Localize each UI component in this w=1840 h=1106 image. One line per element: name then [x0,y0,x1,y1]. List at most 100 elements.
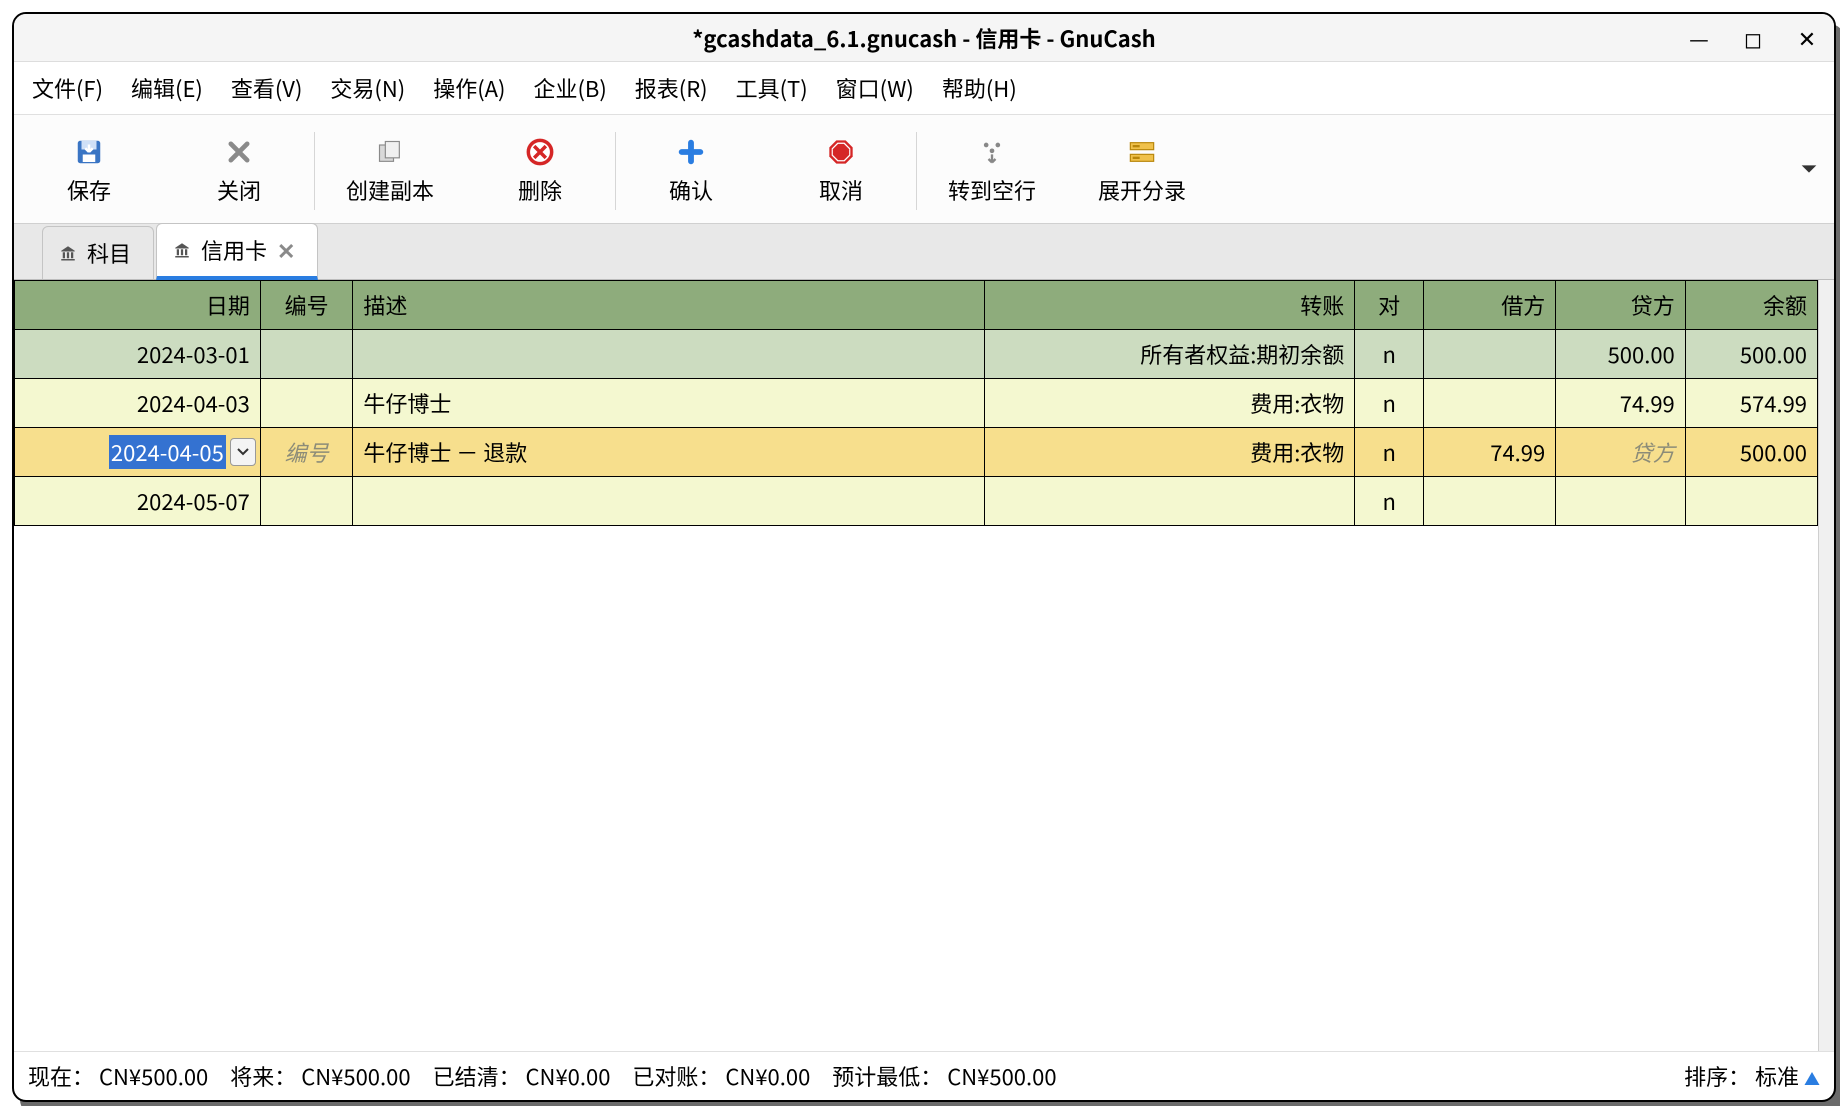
status-future: CN¥500.00 [301,1060,410,1092]
duplicate-label: 创建副本 [346,174,434,206]
tab-accounts[interactable]: 科目 [42,226,154,279]
column-num[interactable]: 编号 [260,281,353,330]
menu-reports[interactable]: 报表(R) [635,72,708,104]
bank-icon [173,234,191,266]
toolbar: 保存 关闭 创建副本 删除 确认 [14,115,1834,224]
menu-view[interactable]: 查看(V) [231,72,303,104]
cell-deb[interactable]: 74.99 [1424,428,1556,477]
cell-bal: 500.00 [1685,330,1817,379]
cell-num[interactable]: 编号 [260,428,353,477]
cell-cred[interactable]: 500.00 [1556,330,1686,379]
menu-business[interactable]: 企业(B) [533,72,606,104]
column-balance[interactable]: 余额 [1685,281,1817,330]
statusbar: 现在： CN¥500.00 将来： CN¥500.00 已结清： CN¥0.00… [14,1051,1834,1100]
status-reconciled: CN¥0.00 [725,1060,810,1092]
tabbar: 科目 信用卡 ✕ [14,224,1834,280]
menu-transaction[interactable]: 交易(N) [330,72,405,104]
cell-deb[interactable] [1424,379,1556,428]
status-projmin-label: 预计最低： [832,1060,942,1092]
cell-deb[interactable] [1424,330,1556,379]
delete-icon [524,136,556,168]
column-debit[interactable]: 借方 [1424,281,1556,330]
table-row-active[interactable]: 2024-04-05 编号 牛仔博士 － 退款 费用:衣物 n 74.99 贷方… [15,428,1818,477]
register[interactable]: 日期 编号 描述 转账 对 借方 贷方 余额 2024-03-01 所有者权益:… [14,280,1834,1051]
cell-rec[interactable]: n [1355,428,1424,477]
scrollbar[interactable] [1818,280,1834,1051]
close-button[interactable]: 关闭 [164,123,314,219]
cell-desc[interactable]: 牛仔博士 [353,379,985,428]
column-desc[interactable]: 描述 [353,281,985,330]
table-row[interactable]: 2024-03-01 所有者权益:期初余额 n 500.00 500.00 [15,330,1818,379]
cell-transfer[interactable]: 所有者权益:期初余额 [985,330,1355,379]
cell-transfer[interactable]: 费用:衣物 [985,428,1355,477]
duplicate-icon [374,136,406,168]
cell-num[interactable] [260,379,353,428]
menu-file[interactable]: 文件(F) [32,72,103,104]
cell-bal [1685,477,1817,526]
cell-rec[interactable]: n [1355,330,1424,379]
column-transfer[interactable]: 转账 [985,281,1355,330]
date-dropdown-button[interactable] [230,438,256,466]
cell-desc[interactable]: 牛仔博士 － 退款 [353,428,985,477]
cell-cred[interactable] [1556,477,1686,526]
cell-desc[interactable] [353,330,985,379]
status-future-label: 将来： [230,1060,296,1092]
delete-label: 删除 [518,174,562,206]
menu-edit[interactable]: 编辑(E) [131,72,203,104]
cancel-label: 取消 [819,174,863,206]
column-credit[interactable]: 贷方 [1556,281,1686,330]
status-projmin: CN¥500.00 [947,1060,1056,1092]
toolbar-overflow-button[interactable] [1798,157,1820,186]
status-sort[interactable]: 排序： 标准 ▲ [1684,1060,1820,1092]
save-label: 保存 [67,174,111,206]
cell-rec[interactable]: n [1355,477,1424,526]
titlebar: *gcashdata_6.1.gnucash - 信用卡 - GnuCash —… [14,14,1834,62]
cell-cred[interactable]: 贷方 [1556,428,1686,477]
status-reconciled-label: 已对账： [632,1060,720,1092]
tab-credit[interactable]: 信用卡 ✕ [156,223,318,280]
enter-button[interactable]: 确认 [616,123,766,219]
cell-deb[interactable] [1424,477,1556,526]
chevron-up-icon: ▲ [1804,1066,1820,1090]
status-present: CN¥500.00 [99,1060,208,1092]
cell-date[interactable]: 2024-03-01 [15,330,261,379]
date-input[interactable]: 2024-04-05 [109,435,226,469]
sort-label: 排序： [1684,1060,1750,1092]
enter-label: 确认 [669,174,713,206]
window-maximize-button[interactable]: ◻ [1738,22,1768,54]
duplicate-button[interactable]: 创建副本 [315,123,465,219]
table-row[interactable]: 2024-05-07 n [15,477,1818,526]
cell-num[interactable] [260,477,353,526]
window-close-button[interactable]: ✕ [1792,22,1822,54]
menu-tools[interactable]: 工具(T) [736,72,808,104]
table-row[interactable]: 2024-04-03 牛仔博士 费用:衣物 n 74.99 574.99 [15,379,1818,428]
status-present-label: 现在： [28,1060,94,1092]
status-cleared: CN¥0.00 [526,1060,611,1092]
cell-num[interactable] [260,330,353,379]
status-cleared-label: 已结清： [433,1060,521,1092]
cell-transfer[interactable]: 费用:衣物 [985,379,1355,428]
cell-date[interactable]: 2024-05-07 [15,477,261,526]
goblank-button[interactable]: 转到空行 [917,123,1067,219]
column-date[interactable]: 日期 [15,281,261,330]
cell-cred[interactable]: 74.99 [1556,379,1686,428]
cell-desc[interactable] [353,477,985,526]
save-icon [73,136,105,168]
splits-icon [1126,136,1158,168]
tab-close-button[interactable]: ✕ [277,234,295,266]
save-button[interactable]: 保存 [14,123,164,219]
cell-rec[interactable]: n [1355,379,1424,428]
cell-date[interactable]: 2024-04-03 [15,379,261,428]
menu-window[interactable]: 窗口(W) [836,72,914,104]
cell-transfer[interactable] [985,477,1355,526]
window-minimize-button[interactable]: — [1684,22,1714,54]
cell-date-edit[interactable]: 2024-04-05 [15,428,261,477]
stop-icon [825,136,857,168]
menu-actions[interactable]: 操作(A) [433,72,505,104]
cancel-button[interactable]: 取消 [766,123,916,219]
close-icon [223,136,255,168]
delete-button[interactable]: 删除 [465,123,615,219]
column-reconcile[interactable]: 对 [1355,281,1424,330]
menu-help[interactable]: 帮助(H) [942,72,1017,104]
splits-button[interactable]: 展开分录 [1067,123,1217,219]
